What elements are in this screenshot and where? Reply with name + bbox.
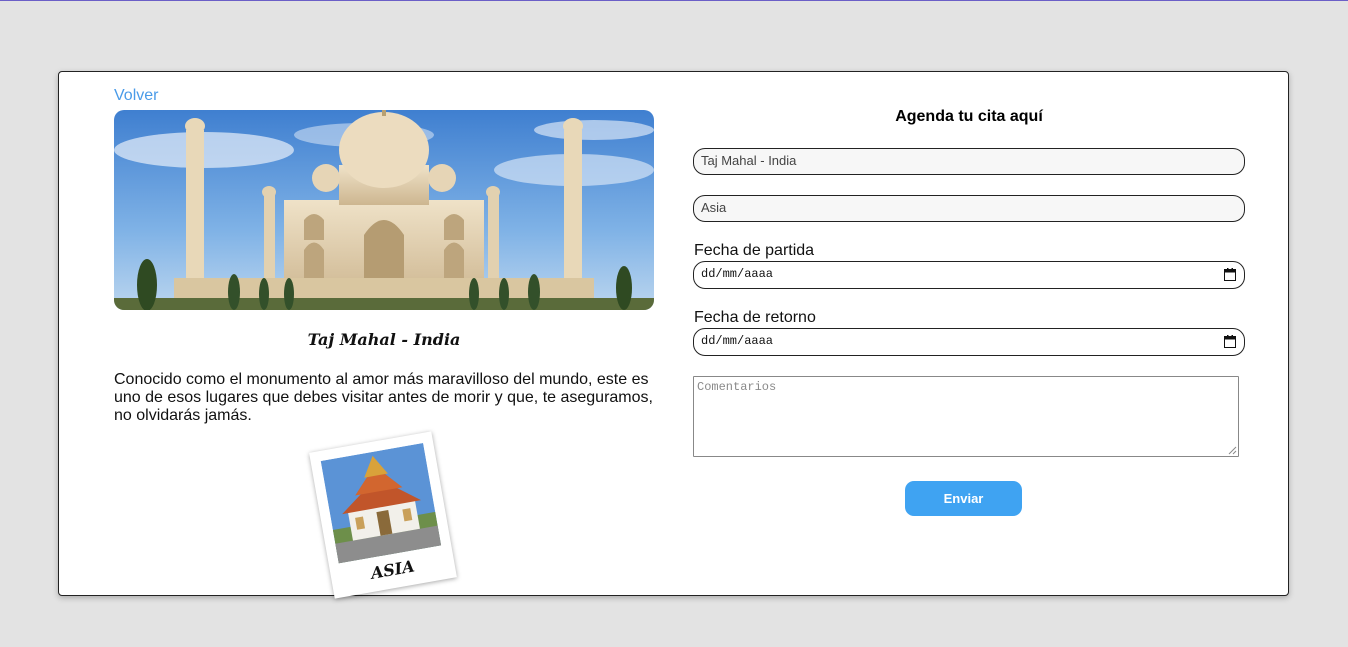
return-date-placeholder: dd/mm/aaaa	[701, 334, 774, 348]
return-date-input[interactable]: dd/mm/aaaa	[693, 328, 1245, 356]
calendar-icon[interactable]	[1224, 335, 1236, 348]
return-date-label: Fecha de retorno	[694, 309, 816, 326]
back-link[interactable]: Volver	[114, 87, 158, 105]
destination-input[interactable]: Taj Mahal - India	[693, 148, 1245, 175]
taj-mahal-image	[114, 110, 654, 310]
departure-date-input[interactable]: dd/mm/aaaa	[693, 261, 1245, 289]
region-polaroid-card[interactable]: ASIA	[309, 431, 457, 599]
region-input[interactable]: Asia	[693, 195, 1245, 222]
destination-description: Conocido como el monumento al amor más m…	[114, 371, 653, 424]
top-border-line	[0, 0, 1348, 1]
asia-temple-image	[320, 442, 442, 564]
departure-date-label: Fecha de partida	[694, 242, 815, 259]
destination-hero-image	[114, 110, 654, 310]
comments-placeholder: Comentarios	[697, 380, 777, 394]
form-title: Agenda tu cita aquí	[895, 108, 1043, 125]
resize-handle-icon[interactable]	[1228, 446, 1237, 455]
departure-date-placeholder: dd/mm/aaaa	[701, 267, 774, 281]
calendar-icon[interactable]	[1224, 268, 1236, 281]
destination-title: Taj Mahal - India	[307, 330, 461, 349]
submit-button[interactable]: Enviar	[905, 481, 1022, 516]
comments-textarea[interactable]: Comentarios	[693, 376, 1239, 457]
booking-card: Volver Taj Mahal - India Conocido como e…	[58, 71, 1289, 599]
